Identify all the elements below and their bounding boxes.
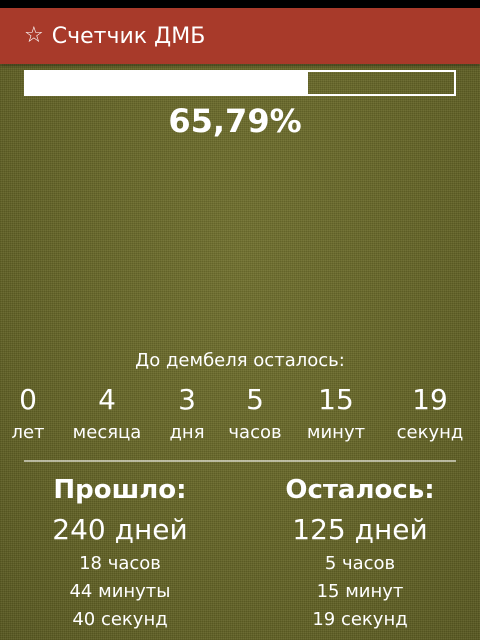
unit-months: 4 месяца <box>73 382 142 448</box>
passed-column: Прошло: 240 дней 18 часов 44 минуты 40 с… <box>0 474 240 634</box>
left-column: Осталось: 125 дней 5 часов 15 минут 19 с… <box>240 474 480 634</box>
passed-minutes: 44 минуты <box>69 581 171 602</box>
unit-hours: 5 часов <box>228 382 281 448</box>
passed-heading: Прошло: <box>53 475 187 505</box>
unit-seconds-label: секунд <box>396 422 464 443</box>
left-minutes: 15 минут <box>316 581 404 602</box>
left-heading: Осталось: <box>285 475 435 505</box>
unit-seconds-value: 19 <box>412 383 448 416</box>
unit-months-label: месяца <box>72 422 142 443</box>
unit-seconds: 19 секунд <box>397 382 464 448</box>
progress-percent: 65,79% <box>168 102 302 140</box>
app-toolbar: ☆ Счетчик ДМБ <box>0 8 480 64</box>
section-divider <box>24 460 456 462</box>
unit-hours-value: 5 <box>246 383 264 416</box>
unit-months-value: 4 <box>98 383 116 416</box>
unit-years-label: лет <box>11 422 45 443</box>
service-progress-bar <box>24 70 456 96</box>
unit-minutes: 15 минут <box>307 382 365 448</box>
unit-years-value: 0 <box>19 383 37 416</box>
remaining-breakdown: 0 лет 4 месяца 3 дня 5 часов 15 минут 19… <box>0 382 480 452</box>
remaining-caption: До дембеля осталось: <box>135 350 345 371</box>
passed-seconds: 40 секунд <box>72 609 168 630</box>
status-bar <box>0 0 480 8</box>
unit-days-label: дня <box>169 422 205 443</box>
unit-hours-label: часов <box>228 422 282 443</box>
star-icon: ☆ <box>24 23 44 48</box>
left-hours: 5 часов <box>324 553 396 574</box>
service-progress-fill <box>26 72 308 94</box>
left-seconds: 19 секунд <box>312 609 408 630</box>
unit-minutes-label: минут <box>306 422 366 443</box>
passed-days: 240 дней <box>52 513 188 546</box>
unit-days: 3 дня <box>169 382 204 448</box>
app-title: Счетчик ДМБ <box>51 23 206 49</box>
passed-hours: 18 часов <box>79 553 161 574</box>
unit-days-value: 3 <box>178 383 196 416</box>
unit-minutes-value: 15 <box>318 383 354 416</box>
unit-years: 0 лет <box>11 382 44 448</box>
left-days: 125 дней <box>292 513 428 546</box>
